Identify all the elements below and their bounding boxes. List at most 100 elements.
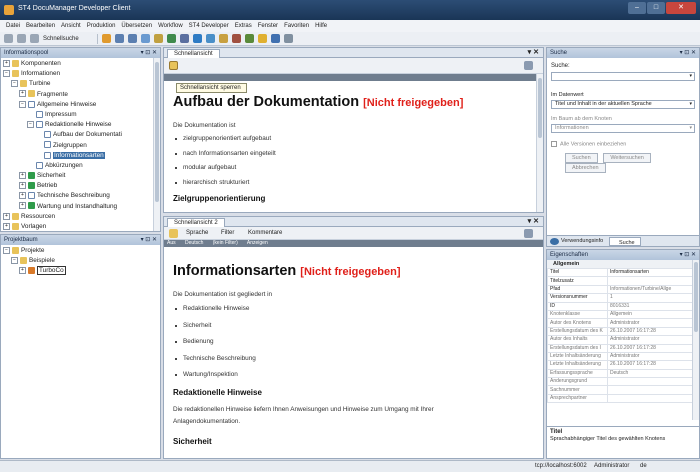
check-icon[interactable] xyxy=(244,34,254,43)
collapse-icon[interactable]: − xyxy=(11,257,18,264)
new-node-icon[interactable] xyxy=(101,34,111,43)
tree-item-projekte[interactable]: − Projekte xyxy=(1,246,160,256)
property-row[interactable]: ID 8016331 xyxy=(547,301,694,311)
undo-icon[interactable] xyxy=(270,34,280,43)
menu-st4-developer[interactable]: ST4 Developer xyxy=(189,23,229,29)
menu-uebersetzen[interactable]: Übersetzen xyxy=(121,23,152,29)
scroll-thumb[interactable] xyxy=(155,62,159,202)
tab-search[interactable]: Suche xyxy=(609,237,641,246)
all-versions-checkbox[interactable] xyxy=(551,141,557,147)
quick-search-label[interactable]: Schnellsuche xyxy=(43,36,79,42)
menu-datei[interactable]: Datei xyxy=(6,23,20,29)
tree-item-ressourcen[interactable]: + Ressourcen xyxy=(1,212,160,222)
close-window-button[interactable]: ✕ xyxy=(666,2,696,14)
collapse-icon[interactable]: − xyxy=(3,246,10,254)
tree-item-beispiele[interactable]: − Beispiele xyxy=(1,256,160,266)
scroll-thumb[interactable] xyxy=(538,78,542,138)
forward-icon[interactable] xyxy=(17,34,26,43)
language-button[interactable]: Sprache xyxy=(186,227,208,239)
minimize-button[interactable]: – xyxy=(628,2,646,14)
menu-produktion[interactable]: Produktion xyxy=(87,23,116,29)
chevron-down-icon[interactable]: ▾ xyxy=(689,101,692,108)
lock-view-icon[interactable] xyxy=(169,229,178,238)
comments-button[interactable]: Kommentare xyxy=(248,227,282,239)
property-row[interactable]: Knotenklasse Allgemein xyxy=(547,309,694,320)
cut-icon[interactable] xyxy=(127,34,137,43)
property-row[interactable]: Ansprechpartner xyxy=(547,393,694,404)
collapse-icon[interactable]: − xyxy=(19,100,26,108)
tree-item-zielgruppen[interactable]: Zielgruppen xyxy=(1,141,160,151)
chevron-down-icon[interactable]: ▾ xyxy=(689,73,692,80)
menu-hilfe[interactable]: Hilfe xyxy=(315,23,327,29)
tree-item-vorlagen[interactable]: + Vorlagen xyxy=(1,222,160,231)
refresh-icon[interactable] xyxy=(30,34,39,43)
tree-item-impressum[interactable]: Impressum xyxy=(1,110,160,120)
back-icon[interactable] xyxy=(4,34,13,43)
search-data-select[interactable]: Titel und Inhalt in der aktuellen Sprach… xyxy=(551,100,695,109)
tree-item-turbine[interactable]: − Turbine xyxy=(1,79,160,89)
search-input[interactable]: ▾ xyxy=(551,72,695,81)
menu-workflow[interactable]: Workflow xyxy=(158,23,183,29)
panel-controls-icon[interactable]: ▾ ⊡ ✕ xyxy=(680,48,696,58)
expand-icon[interactable]: + xyxy=(19,267,26,275)
property-row[interactable]: Versionsnummer 1 xyxy=(547,293,694,303)
translation-icon[interactable] xyxy=(218,34,228,43)
redo-icon[interactable] xyxy=(283,34,293,43)
panel-controls-icon[interactable]: ▾ ⊡ ✕ xyxy=(141,48,157,58)
property-row[interactable]: Erstellungsdatum des I 26.10.2007 16:17:2… xyxy=(547,343,694,353)
abort-search-button[interactable]: Abbrechen xyxy=(565,163,606,174)
tree-item-wartung[interactable]: + Wartung und Instandhaltung xyxy=(1,202,160,212)
scroll-thumb[interactable] xyxy=(694,262,698,332)
property-row[interactable]: Letzte Inhaltsänderung 26.10.2007 16:17:2… xyxy=(547,360,694,370)
tree-item-abkuerzungen[interactable]: Abkürzungen xyxy=(1,161,160,171)
property-group-general[interactable]: Allgemein xyxy=(547,260,699,268)
tree-item-sicherheit[interactable]: + Sicherheit xyxy=(1,171,160,181)
continue-search-button[interactable]: Weitersuchen xyxy=(603,153,651,164)
tab-schnellansicht-2[interactable]: Schnellansicht 2 xyxy=(167,218,225,227)
lock-view-icon[interactable] xyxy=(169,61,178,70)
property-row[interactable]: Erfassungssprache Deutsch xyxy=(547,368,694,379)
tree-item-komponenten[interactable]: + Komponenten xyxy=(1,59,160,69)
property-row[interactable]: Autor des Knotens Administrator xyxy=(547,318,694,328)
expand-icon[interactable]: + xyxy=(3,59,10,67)
filter-button[interactable]: Filter xyxy=(221,227,234,239)
property-row[interactable]: Letzte Inhaltsänderung Administrator xyxy=(547,351,694,362)
copy-icon[interactable] xyxy=(114,34,124,43)
collapse-icon[interactable]: − xyxy=(3,70,10,77)
paste-icon[interactable] xyxy=(140,34,150,43)
expand-icon[interactable]: + xyxy=(19,202,26,210)
link-icon[interactable] xyxy=(205,34,215,43)
expand-icon[interactable]: + xyxy=(19,182,26,190)
search-button[interactable]: Suchen xyxy=(565,153,598,164)
tree-item-redaktionelle-hinweise[interactable]: − Redaktionelle Hinweise xyxy=(1,120,160,130)
maximize-button[interactable]: □ xyxy=(647,2,665,14)
tab-schnellansicht[interactable]: Schnellansicht xyxy=(167,49,220,58)
tools-icon[interactable] xyxy=(257,34,267,43)
publish-icon[interactable] xyxy=(166,34,176,43)
menu-favoriten[interactable]: Favoriten xyxy=(284,23,309,29)
tree-item-betrieb[interactable]: + Betrieb xyxy=(1,181,160,191)
expand-icon[interactable]: + xyxy=(19,171,26,179)
workflow-icon[interactable] xyxy=(192,34,202,43)
property-row[interactable]: Autor des Inhalts Administrator xyxy=(547,335,694,345)
expand-icon[interactable]: + xyxy=(3,222,10,230)
menu-fenster[interactable]: Fenster xyxy=(258,23,278,29)
property-row[interactable]: Erstellungsdatum des K 26.10.2007 16:17:2… xyxy=(547,326,694,337)
property-row[interactable]: Titelzusatz xyxy=(547,276,694,286)
properties-scrollbar[interactable] xyxy=(692,260,699,420)
tree-item-turboco[interactable]: + TurboCo xyxy=(1,266,160,276)
property-row[interactable]: Änderungsgrund xyxy=(547,377,694,387)
panel-controls-icon[interactable]: ▾ ⊡ ✕ xyxy=(141,235,157,245)
save-icon[interactable] xyxy=(179,34,189,43)
menu-extras[interactable]: Extras xyxy=(235,23,252,29)
delete-icon[interactable] xyxy=(231,34,241,43)
tab-usage-info[interactable]: Verwendungsinfo xyxy=(561,236,603,246)
close-tab-icon[interactable]: ▾ ✕ xyxy=(528,217,539,227)
quick-view-scrollbar[interactable] xyxy=(536,74,543,212)
menu-bearbeiten[interactable]: Bearbeiten xyxy=(26,23,55,29)
edit-icon[interactable] xyxy=(153,34,163,43)
tree-item-technische-beschreibung[interactable]: + Technische Beschreibung xyxy=(1,191,160,201)
property-row[interactable]: Titel Informationsarten xyxy=(547,267,694,278)
expand-icon[interactable]: + xyxy=(19,90,26,98)
close-tab-icon[interactable]: ▾ ✕ xyxy=(528,48,539,58)
